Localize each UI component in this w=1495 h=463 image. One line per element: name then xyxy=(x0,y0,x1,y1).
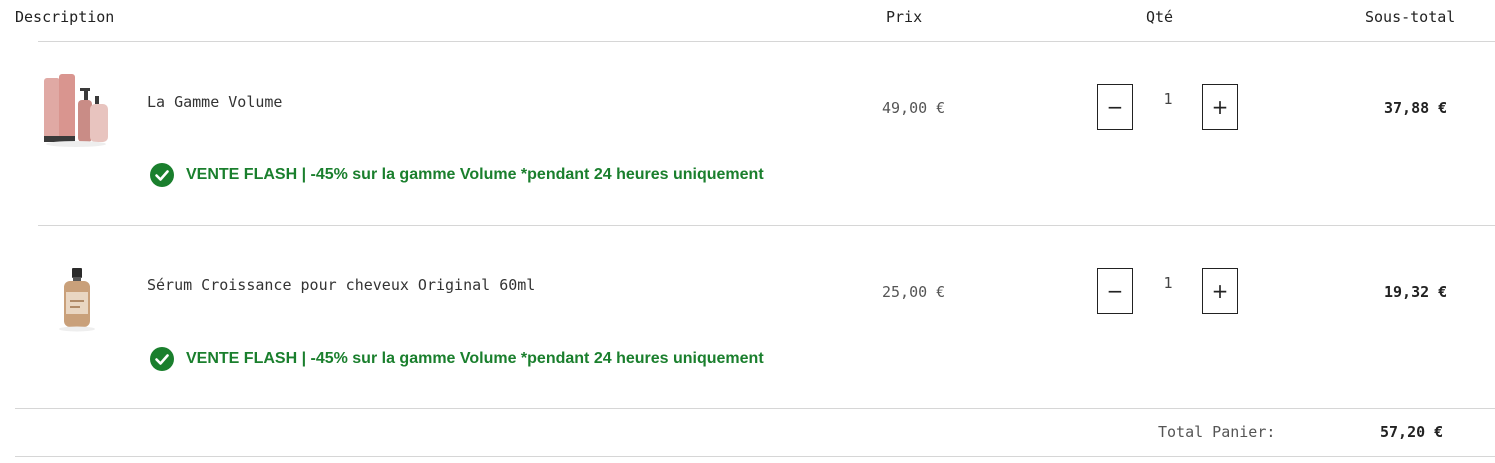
check-circle-icon xyxy=(150,347,174,371)
check-circle-icon xyxy=(150,163,174,187)
minus-icon: − xyxy=(1106,279,1124,303)
quantity-value[interactable]: 1 xyxy=(1162,274,1174,292)
cart-row: La Gamme Volume 49,00 € − 1 + 37,88 € VE… xyxy=(0,42,1495,222)
product-name[interactable]: Sérum Croissance pour cheveux Original 6… xyxy=(147,276,535,294)
plus-icon: + xyxy=(1211,279,1229,303)
product-volume-set-icon[interactable] xyxy=(40,70,112,150)
product-subtotal: 19,32 € xyxy=(1384,283,1448,301)
quantity-increase-button[interactable]: + xyxy=(1202,84,1238,130)
promo-text: VENTE FLASH | -45% sur la gamme Volume *… xyxy=(186,350,764,367)
quantity-value[interactable]: 1 xyxy=(1162,90,1174,108)
product-price: 49,00 € xyxy=(882,99,946,117)
quantity-decrease-button[interactable]: − xyxy=(1097,84,1133,130)
cart-total-value: 57,20 € xyxy=(1380,423,1444,441)
product-name[interactable]: La Gamme Volume xyxy=(147,93,282,111)
quantity-decrease-button[interactable]: − xyxy=(1097,268,1133,314)
cart-table: Description Prix Qté Sous-total La Gamme… xyxy=(0,0,1495,463)
product-serum-bottle-icon[interactable] xyxy=(42,256,114,336)
quantity-increase-button[interactable]: + xyxy=(1202,268,1238,314)
product-subtotal: 37,88 € xyxy=(1384,99,1448,117)
header-description: Description xyxy=(15,8,115,26)
header-price: Prix xyxy=(886,8,923,26)
total-divider xyxy=(15,408,1495,409)
promo-message: VENTE FLASH | -45% sur la gamme Volume *… xyxy=(150,347,764,371)
promo-message: VENTE FLASH | -45% sur la gamme Volume *… xyxy=(150,163,764,187)
header-quantity: Qté xyxy=(1146,8,1174,26)
bottom-divider xyxy=(15,456,1495,457)
plus-icon: + xyxy=(1211,95,1229,119)
cart-row: Sérum Croissance pour cheveux Original 6… xyxy=(0,226,1495,406)
cart-total-label: Total Panier: xyxy=(1158,423,1276,441)
header-subtotal: Sous-total xyxy=(1365,8,1456,26)
product-price: 25,00 € xyxy=(882,283,946,301)
minus-icon: − xyxy=(1106,95,1124,119)
promo-text: VENTE FLASH | -45% sur la gamme Volume *… xyxy=(186,166,764,183)
